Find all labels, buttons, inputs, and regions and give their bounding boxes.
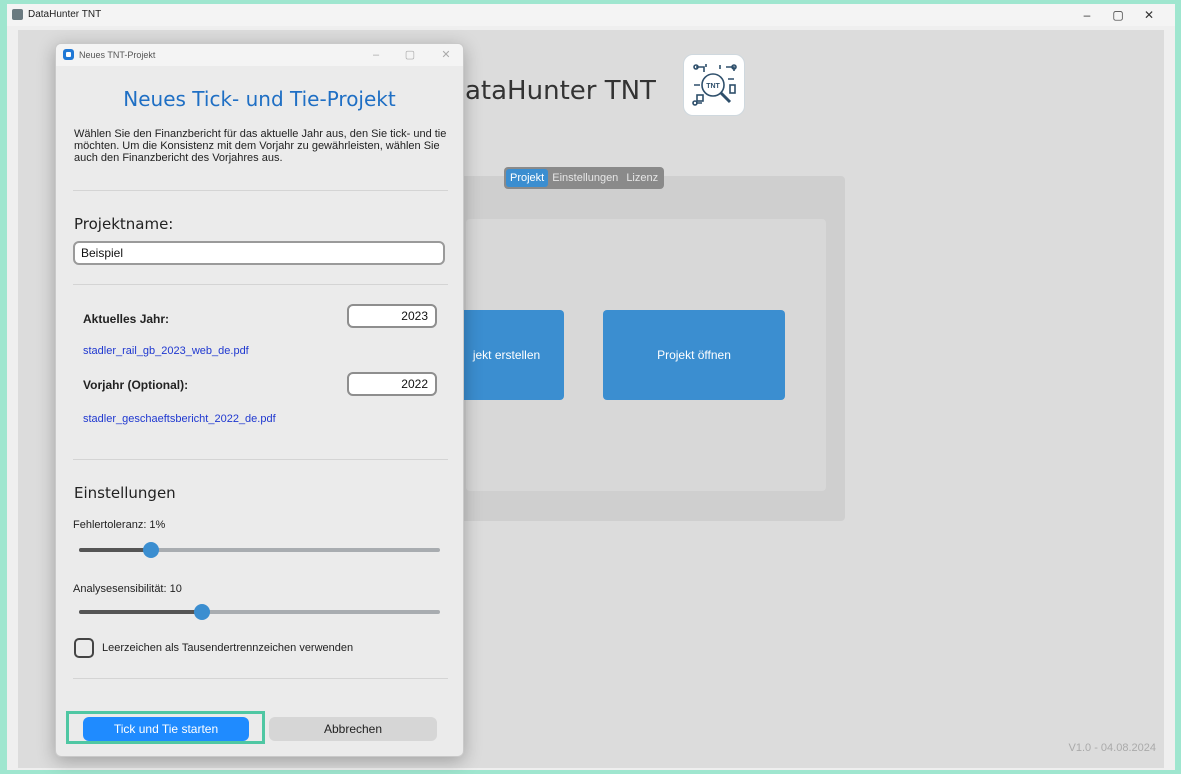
- tab-lizenz[interactable]: Lizenz: [622, 169, 662, 187]
- dialog-close-icon[interactable]: ✕: [434, 46, 458, 64]
- version-label: V1.0 - 04.08.2024: [1068, 742, 1156, 754]
- dialog-description: Wählen Sie den Finanzbericht für das akt…: [74, 128, 447, 164]
- slider-thumb[interactable]: [193, 604, 210, 620]
- window-title: DataHunter TNT: [28, 9, 102, 20]
- open-project-label: Projekt öffnen: [657, 348, 731, 362]
- create-project-label: jekt erstellen: [472, 348, 541, 362]
- app-icon: [12, 9, 23, 20]
- previous-year-input[interactable]: 2022: [347, 372, 437, 396]
- tnt-logo: TNT: [683, 54, 745, 116]
- magnifier-circuit-icon: TNT: [692, 64, 737, 106]
- divider: [73, 190, 448, 191]
- project-name-label: Projektname:: [74, 215, 174, 233]
- dialog-window-title: Neues TNT-Projekt: [79, 50, 156, 60]
- logo-text: TNT: [706, 83, 720, 90]
- app-title: ataHunter TNT: [465, 76, 656, 106]
- divider: [73, 678, 448, 679]
- close-icon[interactable]: ✕: [1135, 6, 1163, 24]
- main-titlebar: DataHunter TNT – ▢ ✕: [7, 4, 1175, 26]
- previous-year-file-link[interactable]: stadler_geschaeftsbericht_2022_de.pdf: [83, 413, 276, 425]
- current-year-label: Aktuelles Jahr:: [83, 312, 170, 326]
- minimize-icon[interactable]: –: [1073, 6, 1101, 24]
- dialog-maximize-icon[interactable]: ▢: [398, 46, 422, 64]
- error-tolerance-label: Fehlertoleranz: 1%: [73, 519, 166, 531]
- dialog-minimize-icon[interactable]: –: [364, 46, 388, 64]
- divider: [73, 284, 448, 285]
- cancel-button-label: Abbrechen: [323, 722, 383, 736]
- thousand-separator-checkbox[interactable]: [74, 638, 94, 658]
- cancel-button[interactable]: Abbrechen: [269, 717, 437, 741]
- slider-fill: [79, 548, 152, 552]
- thousand-separator-label[interactable]: Leerzeichen als Tausendertrennzeichen ve…: [102, 642, 353, 654]
- dialog-app-icon: [63, 49, 74, 60]
- create-project-button[interactable]: jekt erstellen: [449, 310, 564, 400]
- current-year-file-link[interactable]: stadler_rail_gb_2023_web_de.pdf: [83, 345, 249, 357]
- main-tab-bar: Projekt Einstellungen Lizenz: [504, 167, 665, 189]
- tab-projekt[interactable]: Projekt: [506, 169, 549, 187]
- previous-year-label: Vorjahr (Optional):: [83, 378, 189, 392]
- start-button-highlight: [66, 711, 265, 744]
- current-year-input[interactable]: 2023: [347, 304, 437, 328]
- divider: [73, 459, 448, 460]
- new-project-dialog: Neues TNT-Projekt – ▢ ✕ Neues Tick- und …: [55, 43, 464, 757]
- dialog-heading: Neues Tick- und Tie-Projekt: [123, 87, 396, 111]
- tab-einstellungen[interactable]: Einstellungen: [548, 169, 622, 187]
- sensitivity-slider[interactable]: [79, 604, 440, 620]
- sensitivity-label: Analysesensibilität: 10: [73, 583, 182, 595]
- project-name-input[interactable]: Beispiel: [73, 241, 445, 265]
- settings-heading: Einstellungen: [74, 484, 176, 502]
- restore-icon[interactable]: ▢: [1104, 6, 1132, 24]
- dialog-titlebar: Neues TNT-Projekt – ▢ ✕: [56, 44, 463, 66]
- open-project-button[interactable]: Projekt öffnen: [603, 310, 785, 400]
- slider-thumb[interactable]: [143, 542, 160, 558]
- error-tolerance-slider[interactable]: [79, 542, 440, 558]
- slider-fill: [79, 610, 202, 614]
